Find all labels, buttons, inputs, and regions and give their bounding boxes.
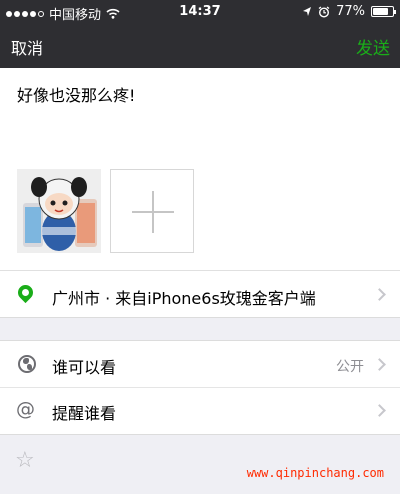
status-right: 77% bbox=[302, 4, 396, 19]
chevron-right-icon bbox=[373, 358, 386, 371]
visibility-value: 公开 bbox=[336, 359, 364, 375]
visibility-row[interactable]: 谁可以看 公开 bbox=[0, 340, 400, 388]
location-pin-icon bbox=[14, 281, 37, 304]
photo-thumbnail[interactable] bbox=[17, 169, 101, 253]
star-icon[interactable]: ☆ bbox=[15, 448, 35, 473]
add-photo-button[interactable] bbox=[110, 169, 194, 253]
remind-row[interactable]: @ 提醒谁看 bbox=[0, 388, 400, 435]
remind-label: 提醒谁看 bbox=[52, 404, 117, 423]
visibility-label: 谁可以看 bbox=[52, 358, 117, 377]
battery-fill bbox=[373, 8, 388, 15]
post-text-input[interactable]: 好像也没那么疼! bbox=[17, 82, 135, 106]
location-arrow-icon bbox=[303, 7, 312, 16]
location-label: 广州市 · 来自iPhone6s玫瑰金客户端 bbox=[52, 289, 316, 308]
globe-icon bbox=[18, 355, 36, 373]
battery-icon bbox=[371, 6, 396, 17]
alarm-icon bbox=[318, 5, 330, 18]
battery-percent: 77% bbox=[336, 4, 365, 19]
compose-area: 好像也没那么疼! bbox=[0, 68, 400, 270]
send-button[interactable]: 发送 bbox=[356, 34, 390, 59]
status-bar: 中国移动 14:37 77% bbox=[0, 0, 400, 23]
location-row[interactable]: 广州市 · 来自iPhone6s玫瑰金客户端 bbox=[0, 270, 400, 318]
at-icon: @ bbox=[16, 398, 35, 420]
nav-bar: 取消 发送 bbox=[0, 23, 400, 68]
watermark: www.qinpinchang.com bbox=[246, 466, 384, 480]
chevron-right-icon bbox=[373, 404, 386, 417]
photo-image bbox=[17, 169, 101, 253]
cancel-button[interactable]: 取消 bbox=[11, 35, 43, 59]
chevron-right-icon bbox=[373, 288, 386, 301]
